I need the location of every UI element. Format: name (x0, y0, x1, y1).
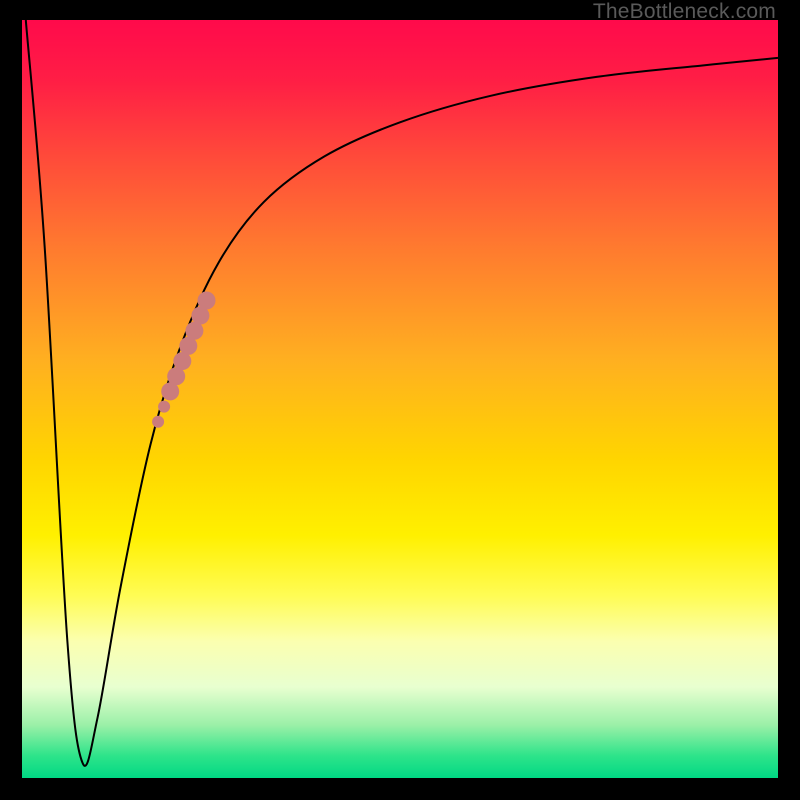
bottleneck-curve (26, 20, 778, 766)
chart-frame: TheBottleneck.com (0, 0, 800, 800)
marker-dot (152, 416, 164, 428)
watermark-text: TheBottleneck.com (593, 0, 776, 24)
marker-dot (198, 292, 216, 310)
plot-area (22, 20, 778, 778)
highlighted-markers (152, 292, 215, 428)
marker-dot (158, 401, 170, 413)
curve-layer (22, 20, 778, 778)
